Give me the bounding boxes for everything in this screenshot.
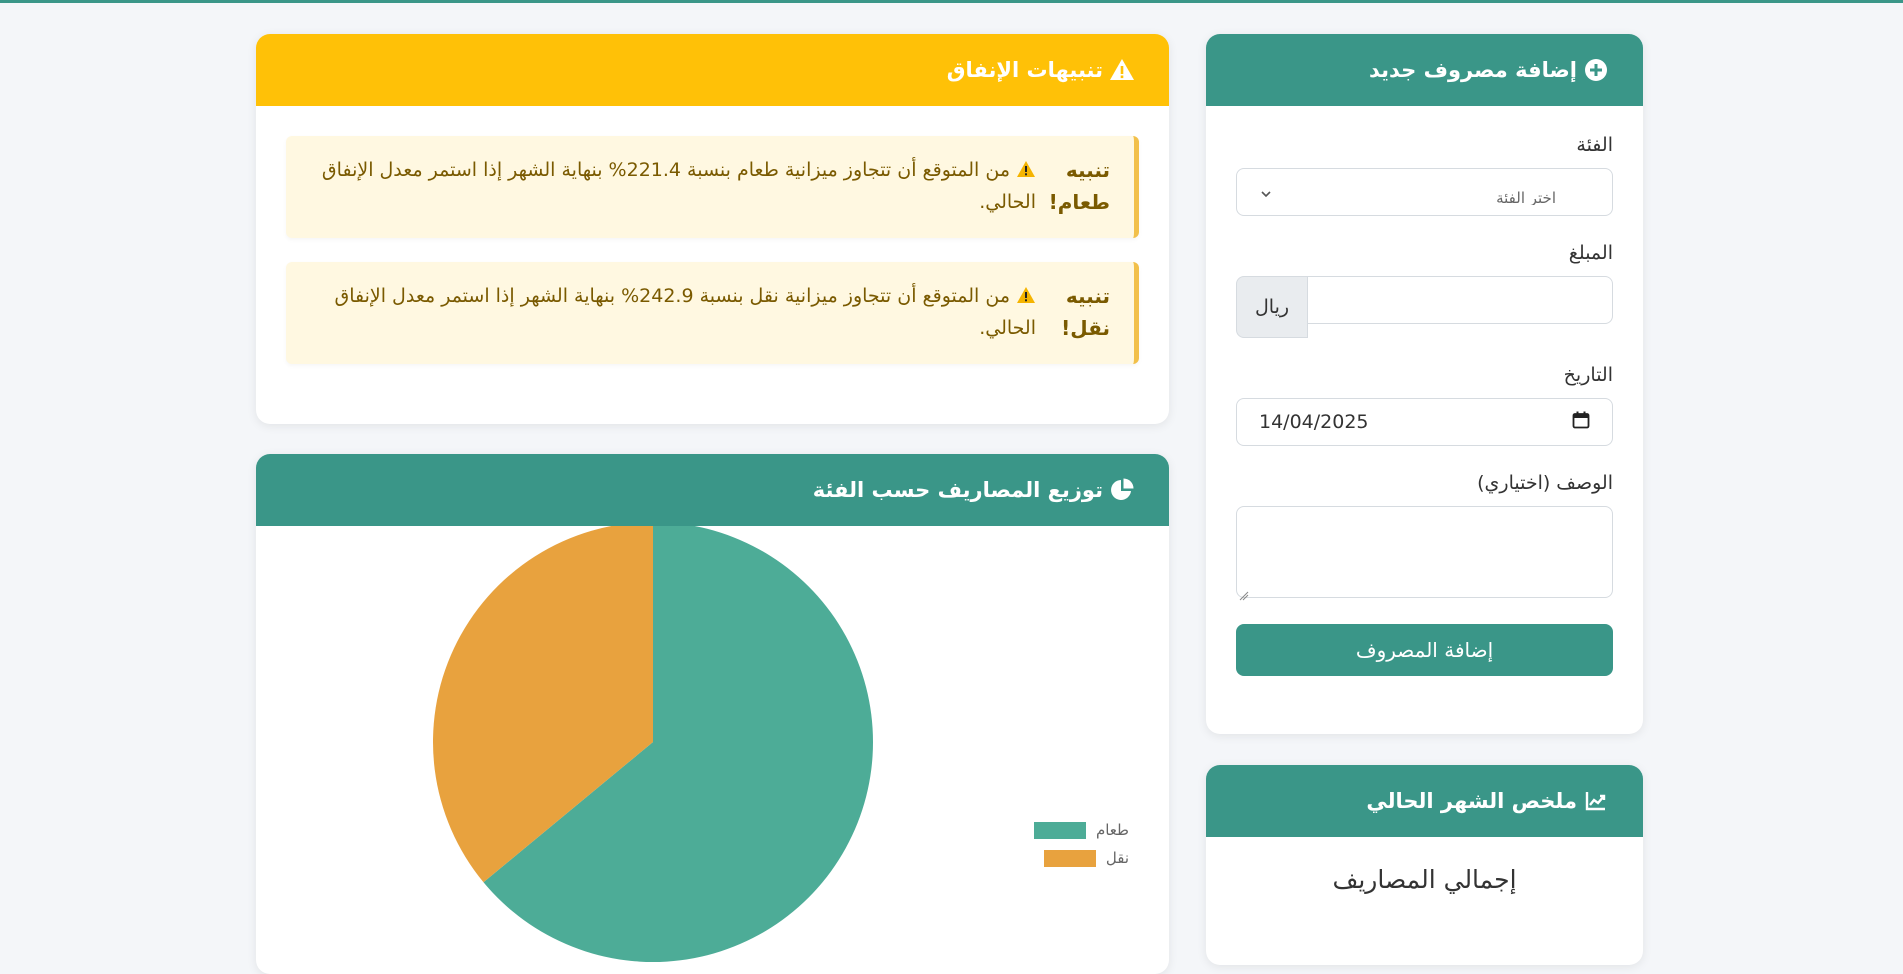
legend-swatch xyxy=(1043,849,1096,867)
alerts-list: تنبيه طعام! من المتوقع أن تتجاوز ميزانية… xyxy=(256,106,1169,364)
category-select[interactable]: اختر الفئة xyxy=(1236,168,1613,216)
summary-title: ملخص الشهر الحالي xyxy=(1366,789,1577,813)
legend-label: نقل xyxy=(1105,849,1129,867)
pie-chart-icon xyxy=(1109,477,1135,503)
summary-header: ملخص الشهر الحالي xyxy=(1206,765,1643,837)
alerts-title: تنبيهات الإنفاق xyxy=(946,58,1103,82)
category-label: الفئة xyxy=(1576,134,1613,156)
calendar-icon[interactable] xyxy=(1572,411,1590,434)
chart-line-icon xyxy=(1583,788,1609,814)
pie-chart xyxy=(433,522,874,962)
description-textarea[interactable] xyxy=(1236,506,1613,601)
add-expense-title: إضافة مصروف جديد xyxy=(1369,58,1577,82)
plus-circle-icon xyxy=(1583,57,1609,83)
alert-item-food: تنبيه طعام! من المتوقع أن تتجاوز ميزانية… xyxy=(286,136,1139,238)
warning-icon xyxy=(1016,156,1036,177)
category-field: الفئة اختر الفئة xyxy=(1236,134,1613,216)
summary-body: إجمالي المصاريف xyxy=(1206,837,1643,894)
legend-item[interactable]: نقل xyxy=(1034,849,1129,867)
pie-header: توزيع المصاريف حسب الفئة xyxy=(256,454,1169,526)
description-field: الوصف (اختياري) xyxy=(1236,472,1613,601)
alert-title: تنبيه نقل! xyxy=(1061,284,1110,340)
top-accent-bar xyxy=(0,0,1903,3)
warning-icon xyxy=(1016,282,1036,303)
category-select-value: اختر الفئة xyxy=(1496,191,1556,205)
chart-legend: طعام نقل xyxy=(1033,821,1129,877)
alert-item-transport: تنبيه نقل! من المتوقع أن تتجاوز ميزانية … xyxy=(286,262,1139,364)
resize-grip-icon[interactable] xyxy=(1239,585,1249,601)
spending-alerts-card: تنبيهات الإنفاق تنبيه طعام! من المتوقع أ… xyxy=(256,34,1169,424)
date-label: التاريخ xyxy=(1563,364,1613,386)
date-value: 14/04/2025 xyxy=(1259,411,1369,433)
pie-title: توزيع المصاريف حسب الفئة xyxy=(812,478,1103,502)
add-expense-form: الفئة اختر الفئة المبلغ ريال التاريخ 14/… xyxy=(1206,106,1643,676)
currency-addon: ريال xyxy=(1236,276,1308,338)
alerts-header: تنبيهات الإنفاق xyxy=(256,34,1169,106)
alert-text: من المتوقع أن تتجاوز ميزانية طعام بنسبة … xyxy=(310,154,1036,220)
legend-swatch xyxy=(1033,821,1086,839)
summary-card: ملخص الشهر الحالي إجمالي المصاريف xyxy=(1206,765,1643,965)
amount-field: المبلغ ريال xyxy=(1236,242,1613,338)
pie-chart-area: طعام نقل xyxy=(256,522,1169,974)
add-expense-button[interactable]: إضافة المصروف xyxy=(1236,624,1613,676)
warning-triangle-icon xyxy=(1109,57,1135,83)
amount-input-group: ريال xyxy=(1236,276,1613,338)
date-input[interactable]: 14/04/2025 xyxy=(1236,398,1613,446)
chevron-down-icon xyxy=(1259,185,1273,199)
amount-input[interactable] xyxy=(1308,276,1613,324)
add-expense-card: إضافة مصروف جديد الفئة اختر الفئة المبلغ… xyxy=(1206,34,1643,734)
category-distribution-card: توزيع المصاريف حسب الفئة طعام نقل xyxy=(256,454,1169,974)
date-field: التاريخ 14/04/2025 xyxy=(1236,364,1613,446)
legend-item[interactable]: طعام xyxy=(1033,821,1129,839)
page: إضافة مصروف جديد الفئة اختر الفئة المبلغ… xyxy=(0,0,1903,974)
legend-label: طعام xyxy=(1095,821,1129,839)
alert-text: من المتوقع أن تتجاوز ميزانية نقل بنسبة 2… xyxy=(310,280,1036,346)
alert-title: تنبيه طعام! xyxy=(1048,158,1110,214)
description-label: الوصف (اختياري) xyxy=(1477,472,1613,494)
amount-label: المبلغ xyxy=(1568,242,1613,264)
add-expense-header: إضافة مصروف جديد xyxy=(1206,34,1643,106)
total-expenses-label: إجمالي المصاريف xyxy=(1332,865,1517,894)
